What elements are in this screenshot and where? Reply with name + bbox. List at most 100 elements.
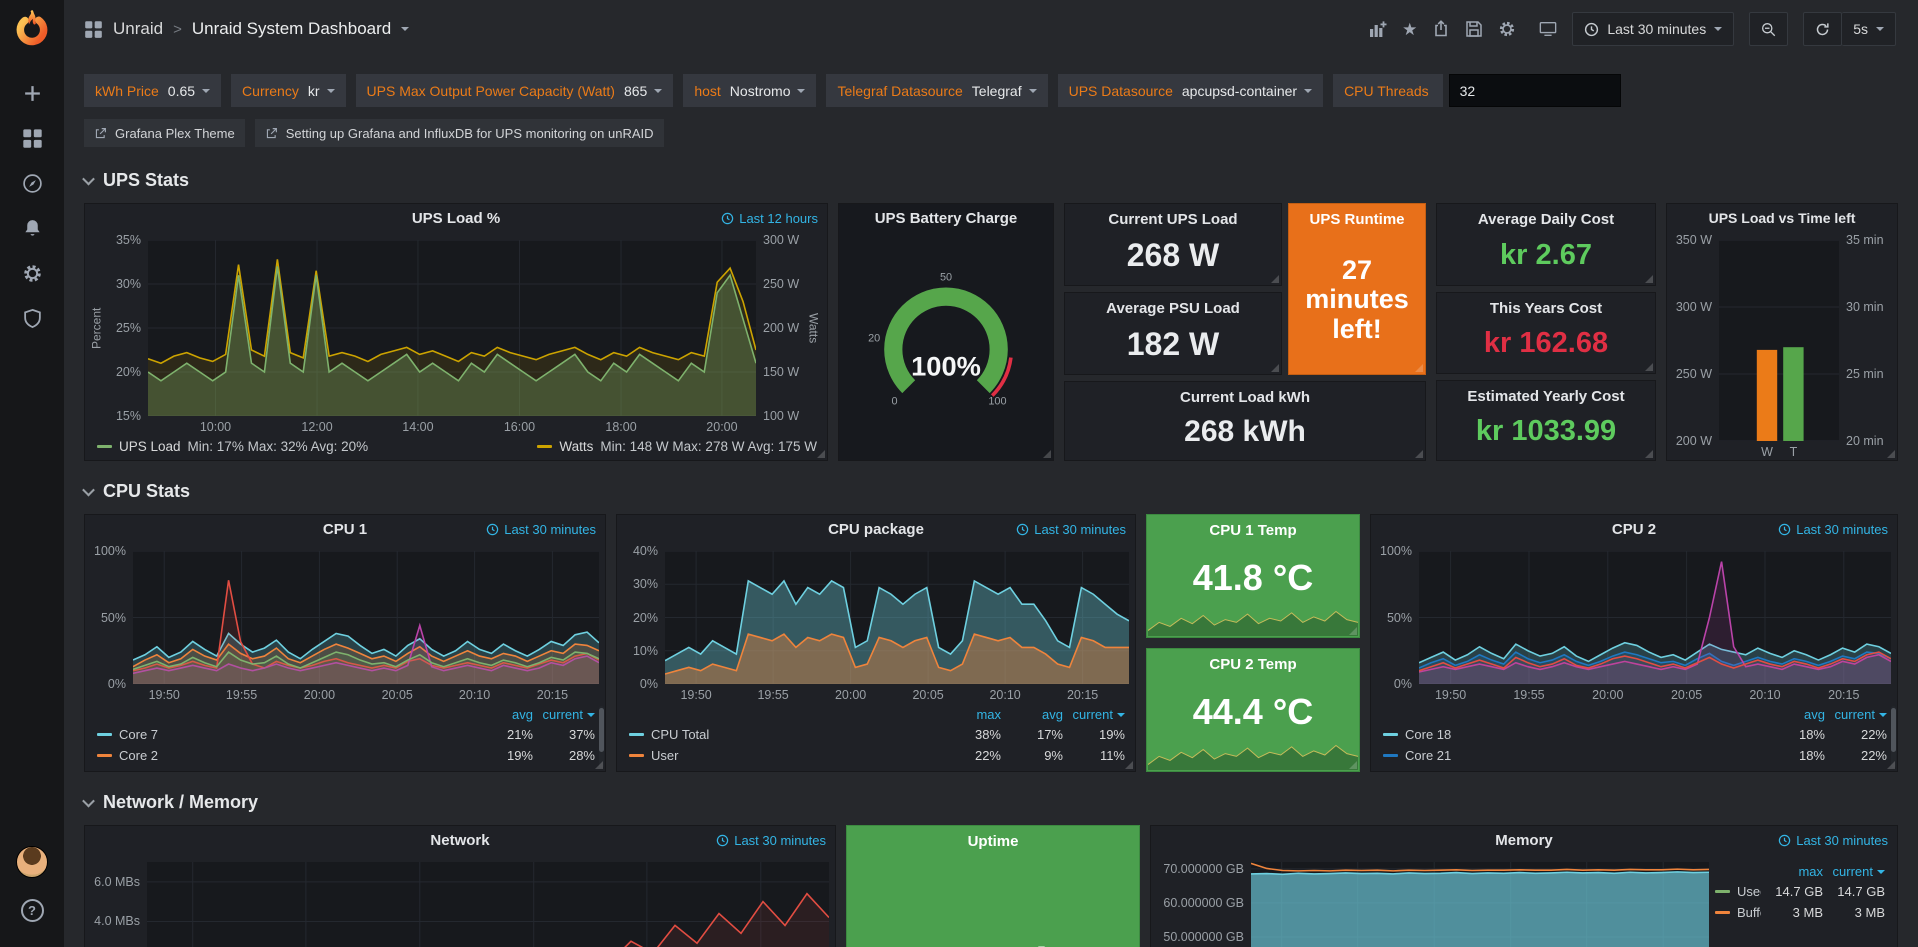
- variable-host[interactable]: host Nostromo: [683, 74, 816, 107]
- link-ups-monitoring-guide[interactable]: Setting up Grafana and InfluxDB for UPS …: [255, 119, 664, 147]
- caret-down-icon: [202, 89, 210, 93]
- variable-value[interactable]: 865: [624, 83, 662, 99]
- legend-column-header[interactable]: current: [1825, 707, 1887, 722]
- ups-bar-chart[interactable]: 350 W300 W250 W200 WWT35 min30 min25 min…: [1667, 232, 1897, 460]
- memory-chart[interactable]: 70.000000 GB60.000000 GB50.000000 GB: [1151, 854, 1715, 947]
- dashboards-icon[interactable]: [0, 116, 64, 161]
- panel-header[interactable]: Network Last 30 minutes: [85, 826, 835, 854]
- variable-currency[interactable]: Currency kr: [231, 74, 345, 107]
- legend-column-header[interactable]: avg: [1001, 707, 1063, 722]
- variable-value[interactable]: 0.65: [168, 83, 210, 99]
- panel-header[interactable]: UPS Battery Charge: [839, 204, 1053, 232]
- variable-ups-max-power[interactable]: UPS Max Output Power Capacity (Watt) 865: [356, 74, 674, 107]
- plot-area[interactable]: [147, 862, 829, 947]
- star-button[interactable]: ★: [1402, 21, 1417, 38]
- plot-area[interactable]: 19:5019:5520:0020:0520:1020:15: [1419, 551, 1891, 684]
- variable-value[interactable]: Nostromo: [730, 83, 806, 99]
- legend-row[interactable]: Core 219%28%: [97, 745, 595, 766]
- breadcrumb-title[interactable]: Unraid System Dashboard: [192, 19, 391, 39]
- panel-uptime[interactable]: Uptime 1 month 1: [846, 825, 1140, 947]
- variable-value[interactable]: kr: [308, 83, 335, 99]
- legend-row[interactable]: Used14.7 GB14.7 GB: [1715, 881, 1885, 902]
- variable-telegraf-datasource[interactable]: Telegraf Datasource Telegraf: [826, 74, 1047, 107]
- row-header-network-memory[interactable]: Network / Memory: [84, 792, 1898, 813]
- alerting-icon[interactable]: [0, 206, 64, 251]
- time-range-picker[interactable]: Last 30 minutes: [1572, 12, 1734, 46]
- panel-header[interactable]: UPS Load % Last 12 hours: [85, 204, 827, 232]
- legend-value: 21%: [471, 727, 533, 742]
- refresh-interval-picker[interactable]: 5s: [1842, 12, 1896, 46]
- cpu1-legend[interactable]: avgcurrent Core 721%37%Core 219%28%: [85, 703, 605, 771]
- variable-ups-datasource[interactable]: UPS Datasource apcupsd-container: [1058, 74, 1323, 107]
- legend-column-header[interactable]: current: [1063, 707, 1125, 722]
- panel-average-daily-cost[interactable]: Average Daily Cost kr 2.67: [1436, 203, 1656, 286]
- panel-header[interactable]: CPU 2 Last 30 minutes: [1371, 515, 1897, 543]
- legend-row[interactable]: CPU Total38%17%19%: [629, 724, 1125, 745]
- panel-header[interactable]: UPS Load vs Time left: [1667, 204, 1897, 232]
- panel-current-ups-load[interactable]: Current UPS Load 268 W: [1064, 203, 1282, 286]
- panel-estimated-yearly-cost[interactable]: Estimated Yearly Cost kr 1033.99: [1436, 380, 1656, 461]
- dashboard-scroll-area[interactable]: kWh Price 0.65 Currency kr UPS Max Outpu…: [64, 58, 1918, 947]
- create-icon[interactable]: [0, 71, 64, 116]
- chart-area: 40%30%20%10%0%19:5019:5520:0020:0520:102…: [621, 551, 1129, 684]
- panel-this-years-cost[interactable]: This Years Cost kr 162.68: [1436, 292, 1656, 374]
- explore-icon[interactable]: [0, 161, 64, 206]
- zoom-out-button[interactable]: [1749, 12, 1788, 46]
- panel-cpu2-temp[interactable]: CPU 2 Temp 44.4 °C: [1146, 648, 1360, 772]
- plot-area[interactable]: 10:0012:0014:0016:0018:0020:00: [148, 240, 756, 416]
- breadcrumb-app[interactable]: Unraid: [113, 19, 163, 39]
- memory-legend[interactable]: maxcurrent Used14.7 GB14.7 GBBuffered3 MB…: [1715, 854, 1897, 947]
- legend-column-header[interactable]: max: [1761, 864, 1823, 879]
- legend-column-header[interactable]: current: [533, 707, 595, 722]
- row-header-cpu-stats[interactable]: CPU Stats: [84, 481, 1898, 502]
- server-admin-icon[interactable]: [0, 296, 64, 341]
- legend-row[interactable]: Core 721%37%: [97, 724, 595, 745]
- legend-row[interactable]: Core 1818%22%: [1383, 724, 1887, 745]
- refresh-button[interactable]: [1803, 12, 1842, 46]
- legend-column-header[interactable]: max: [939, 707, 1001, 722]
- row-header-ups-stats[interactable]: UPS Stats: [84, 170, 1898, 191]
- panel-ups-runtime[interactable]: UPS Runtime 27 minutes left!: [1288, 203, 1426, 375]
- panel-average-psu-load[interactable]: Average PSU Load 182 W: [1064, 292, 1282, 375]
- cpu-package-legend[interactable]: maxavgcurrent CPU Total38%17%19%User22%9%…: [617, 703, 1135, 771]
- panel-header[interactable]: CPU 1 Last 30 minutes: [85, 515, 605, 543]
- plot-area[interactable]: [1251, 862, 1709, 947]
- grafana-logo[interactable]: [12, 9, 52, 49]
- dashboard-grid-icon[interactable]: [84, 20, 103, 39]
- variable-value[interactable]: apcupsd-container: [1182, 83, 1312, 99]
- ups-load-chart[interactable]: Percent35%30%25%20%15%10:0012:0014:0016:…: [85, 232, 827, 435]
- help-icon[interactable]: ?: [0, 888, 64, 933]
- legend-row[interactable]: Core 2118%22%: [1383, 745, 1887, 766]
- cpu2-chart[interactable]: 100%50%0%19:5019:5520:0020:0520:1020:15: [1371, 543, 1897, 703]
- share-button[interactable]: [1432, 20, 1450, 38]
- legend-column-header[interactable]: avg: [1763, 707, 1825, 722]
- cpu-package-chart[interactable]: 40%30%20%10%0%19:5019:5520:0020:0520:102…: [617, 543, 1135, 703]
- plot-area[interactable]: WT: [1719, 240, 1839, 441]
- variable-kwh-price[interactable]: kWh Price 0.65: [84, 74, 221, 107]
- legend-column-header[interactable]: avg: [471, 707, 533, 722]
- variable-value[interactable]: Telegraf: [972, 83, 1037, 99]
- cpu-threads-input[interactable]: [1449, 74, 1621, 107]
- legend-item[interactable]: UPS LoadMin: 17% Max: 32% Avg: 20%: [97, 439, 368, 454]
- network-chart[interactable]: 6.0 MBs4.0 MBs2.0 MBs: [85, 854, 835, 947]
- link-grafana-plex-theme[interactable]: Grafana Plex Theme: [84, 119, 245, 147]
- plot-area[interactable]: 19:5019:5520:0020:0520:1020:15: [665, 551, 1129, 684]
- panel-header[interactable]: CPU package Last 30 minutes: [617, 515, 1135, 543]
- caret-down-icon[interactable]: [401, 27, 409, 31]
- cpu1-chart[interactable]: 100%50%0%19:5019:5520:0020:0520:1020:15: [85, 543, 605, 703]
- panel-header[interactable]: Memory Last 30 minutes: [1151, 826, 1897, 854]
- legend-column-header[interactable]: current: [1823, 864, 1885, 879]
- tv-mode-button[interactable]: [1539, 20, 1557, 38]
- configuration-icon[interactable]: [0, 251, 64, 296]
- panel-current-load-kwh[interactable]: Current Load kWh 268 kWh: [1064, 381, 1426, 461]
- legend-row[interactable]: Buffered3 MB3 MB: [1715, 902, 1885, 923]
- add-panel-button[interactable]: [1369, 20, 1387, 38]
- dashboard-settings-button[interactable]: [1498, 20, 1516, 38]
- legend-item[interactable]: WattsMin: 148 W Max: 278 W Avg: 175 W: [537, 439, 817, 454]
- cpu2-legend[interactable]: avgcurrent Core 1818%22%Core 2118%22%: [1371, 703, 1897, 771]
- panel-cpu1-temp[interactable]: CPU 1 Temp 41.8 °C: [1146, 514, 1360, 638]
- legend-row[interactable]: User22%9%11%: [629, 745, 1125, 766]
- save-button[interactable]: [1465, 20, 1483, 38]
- plot-area[interactable]: 19:5019:5520:0020:0520:1020:15: [133, 551, 599, 684]
- user-avatar[interactable]: [16, 846, 48, 878]
